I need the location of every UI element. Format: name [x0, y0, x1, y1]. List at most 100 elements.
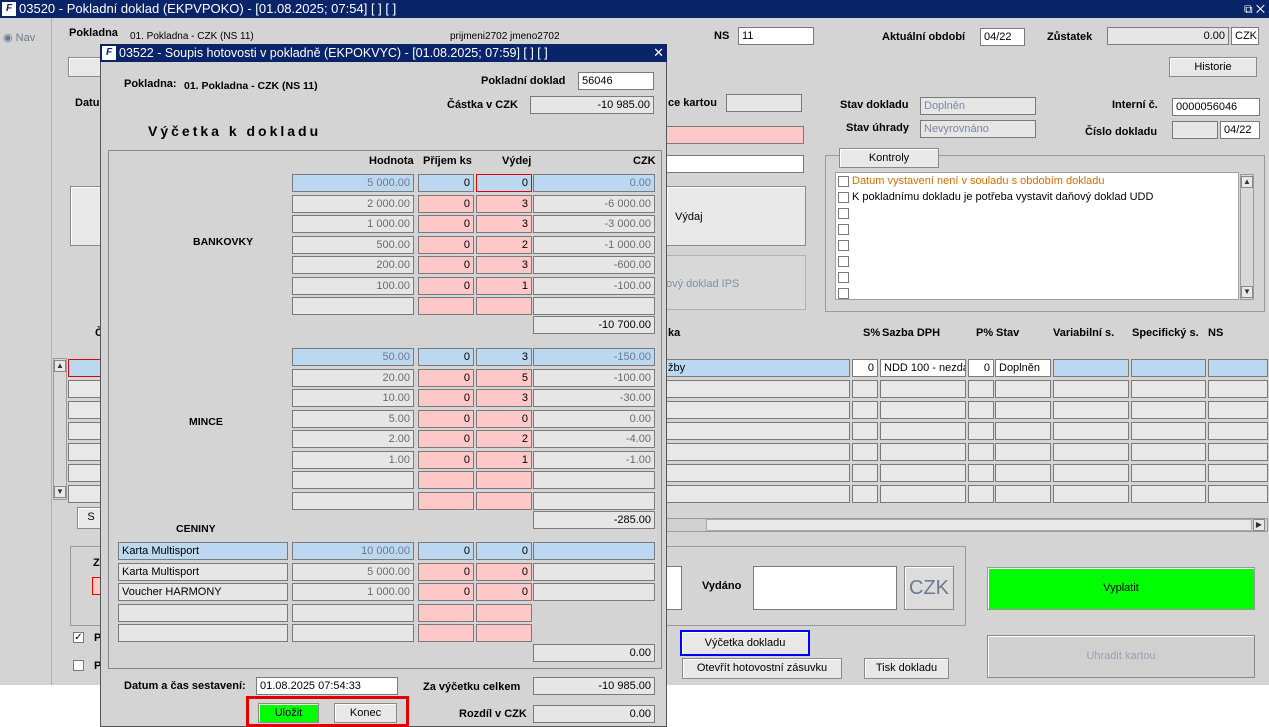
grid-cell[interactable] — [664, 422, 850, 440]
grid-cell[interactable] — [852, 485, 878, 503]
grid-cell[interactable] — [1208, 380, 1268, 398]
grid-cell[interactable] — [68, 422, 104, 440]
vydej-field[interactable]: 3 — [476, 389, 532, 407]
grid-cell[interactable] — [880, 401, 966, 419]
grid-cell[interactable] — [68, 443, 104, 461]
grid-cell[interactable] — [68, 485, 104, 503]
karta-field[interactable] — [726, 94, 802, 112]
grid-cell[interactable] — [852, 401, 878, 419]
grid-cell[interactable] — [1131, 401, 1206, 419]
vydej-field[interactable]: 2 — [476, 430, 532, 448]
grid-cell[interactable] — [1208, 464, 1268, 482]
prijem-field[interactable]: 0 — [418, 368, 474, 387]
grid-cell[interactable] — [664, 401, 850, 419]
grid-cell[interactable] — [968, 422, 994, 440]
scroll-right-icon[interactable]: ▶ — [1253, 519, 1265, 531]
grid-cell[interactable] — [968, 380, 994, 398]
prijem-field[interactable]: 0 — [418, 583, 474, 601]
scroll-up-icon[interactable]: ▲ — [1241, 176, 1253, 188]
prijem-field-empty[interactable] — [418, 604, 474, 622]
kontroly-button[interactable]: Kontroly — [839, 148, 939, 168]
vydej-field[interactable]: 0 — [476, 583, 532, 601]
scroll-down-icon[interactable]: ▼ — [1241, 286, 1253, 298]
grid-cell[interactable] — [1053, 401, 1129, 419]
prijem-field[interactable]: 0 — [418, 194, 474, 213]
grid-cell[interactable] — [664, 443, 850, 461]
grid-cell[interactable] — [995, 485, 1051, 503]
vydej-field[interactable]: 0 — [476, 409, 532, 428]
kontroly-checkbox[interactable] — [838, 240, 849, 251]
datum-sestaveni-field[interactable]: 01.08.2025 07:54:33 — [256, 677, 398, 695]
vyplatit-button[interactable]: Vyplatit — [987, 567, 1255, 610]
grid-cell[interactable] — [995, 380, 1051, 398]
checkbox[interactable] — [73, 660, 84, 671]
grid-cell[interactable] — [852, 422, 878, 440]
scroll-down-icon[interactable]: ▼ — [54, 486, 66, 498]
grid-cell[interactable] — [1131, 443, 1206, 461]
dialog-close-icon[interactable]: ✕ — [653, 44, 664, 62]
nav-radio[interactable]: ◉ Nav — [3, 31, 35, 44]
grid-cell[interactable] — [880, 443, 966, 461]
kontroly-checkbox[interactable] — [838, 224, 849, 235]
kontroly-checkbox[interactable] — [838, 192, 849, 203]
prijem-field[interactable]: 0 — [418, 542, 474, 560]
kontroly-checkbox[interactable] — [838, 176, 849, 187]
cislo-field-2[interactable]: 04/22 — [1220, 121, 1260, 139]
grid-cell[interactable] — [664, 485, 850, 503]
grid-row1-var[interactable] — [1053, 359, 1129, 377]
vydej-field[interactable]: 5 — [476, 368, 532, 387]
grid-cell[interactable] — [1208, 443, 1268, 461]
interni-field[interactable]: 0000056046 — [1172, 98, 1260, 116]
prijem-field[interactable]: 0 — [418, 409, 474, 428]
kontroly-scrollbar[interactable] — [1240, 174, 1254, 300]
grid-cell[interactable] — [1053, 380, 1129, 398]
grid-cell[interactable] — [968, 443, 994, 461]
grid-cell[interactable] — [1053, 464, 1129, 482]
kontroly-checkbox[interactable] — [838, 272, 849, 283]
prijem-field[interactable]: 0 — [418, 174, 474, 192]
grid-cell[interactable] — [968, 401, 994, 419]
vydej-field[interactable]: 0 — [476, 542, 532, 560]
vydej-field[interactable]: 3 — [476, 348, 532, 366]
vydej-field-empty[interactable] — [476, 604, 532, 622]
vydej-field[interactable]: 0 — [476, 562, 532, 581]
grid-cell[interactable] — [968, 464, 994, 482]
vycetka-dokladu-button[interactable]: Výčetka dokladu — [680, 630, 810, 656]
vydej-field-empty[interactable] — [476, 297, 532, 315]
prijem-field-empty[interactable] — [418, 471, 474, 489]
grid-cell[interactable] — [1208, 422, 1268, 440]
grid-cell[interactable] — [995, 422, 1051, 440]
grid-cell[interactable] — [880, 380, 966, 398]
prijem-field-empty[interactable] — [418, 624, 474, 642]
vydej-field[interactable]: 1 — [476, 276, 532, 295]
prijem-field[interactable]: 0 — [418, 389, 474, 407]
vydej-field-empty[interactable] — [476, 471, 532, 489]
prijem-field[interactable]: 0 — [418, 235, 474, 254]
grid-cell[interactable] — [1053, 443, 1129, 461]
cislo-field-1[interactable] — [1172, 121, 1218, 139]
grid-scrollbar[interactable] — [53, 358, 67, 500]
kontroly-checkbox[interactable] — [838, 256, 849, 267]
grid-cell[interactable] — [664, 380, 850, 398]
grid-cell[interactable] — [880, 422, 966, 440]
uhradit-kartou-button[interactable]: Uhradit kartou — [987, 635, 1255, 678]
grid-cell[interactable] — [1131, 422, 1206, 440]
vydej-field-empty[interactable] — [476, 491, 532, 510]
vydej-field[interactable]: 2 — [476, 235, 532, 254]
main-pink-field[interactable] — [664, 126, 804, 144]
grid-cell[interactable] — [880, 485, 966, 503]
grid-row1-sazba[interactable]: NDD 100 - nezda — [880, 359, 966, 377]
main-left-button-1[interactable] — [70, 186, 104, 246]
grid-row1-s[interactable]: 0 — [852, 359, 878, 377]
grid-cell[interactable] — [995, 401, 1051, 419]
grid-cell[interactable] — [68, 464, 104, 482]
vydej-field[interactable]: 3 — [476, 256, 532, 274]
grid-cell[interactable] — [1131, 464, 1206, 482]
grid-cell[interactable] — [664, 464, 850, 482]
obdobi-field[interactable]: 04/22 — [980, 28, 1025, 46]
vydej-field[interactable]: 0 — [476, 174, 532, 192]
grid-row1-spec[interactable] — [1131, 359, 1206, 377]
grid-cell[interactable] — [995, 443, 1051, 461]
window-controls[interactable]: ⧉ ✕ — [1244, 0, 1265, 18]
grid-cell[interactable] — [1208, 485, 1268, 503]
